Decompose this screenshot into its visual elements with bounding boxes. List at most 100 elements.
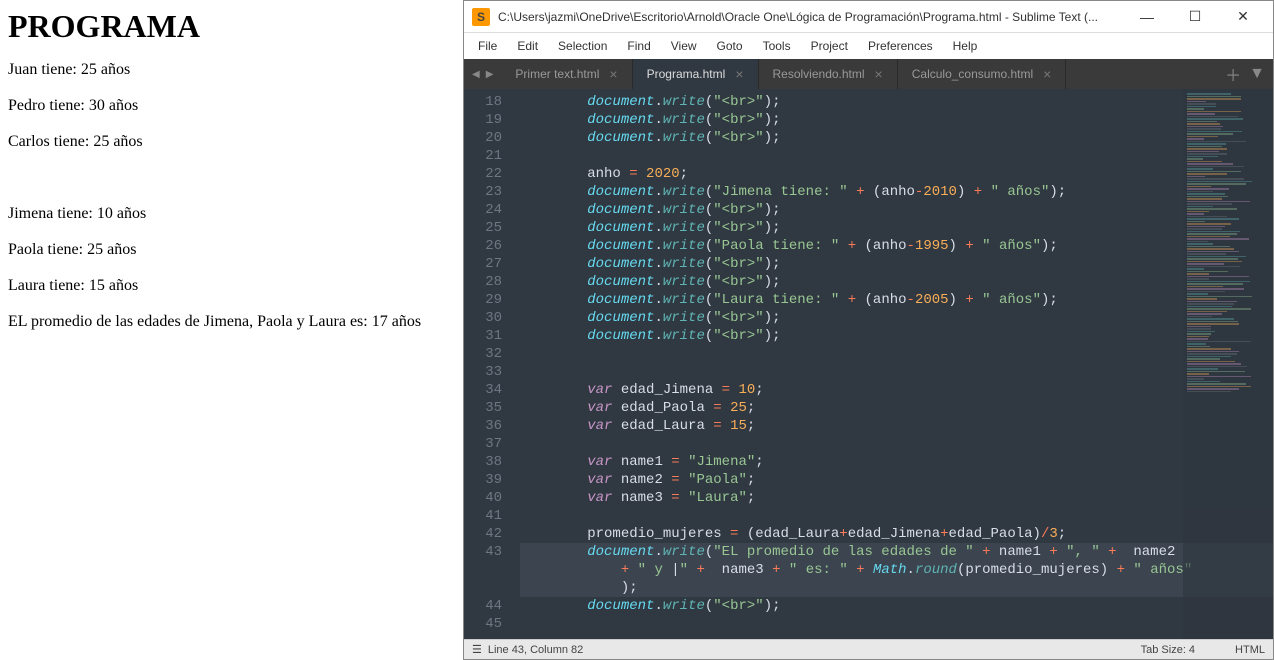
tab-label: Calculo_consumo.html [912,67,1033,81]
line-number: 18 [464,93,502,111]
page-title: PROGRAMA [8,8,455,45]
code-line[interactable]: document.write("<br>"); [520,93,1273,111]
new-tab-button[interactable]: ＋ [1225,62,1241,86]
tab-size-indicator[interactable]: Tab Size: 4 [1141,644,1195,656]
line-number: 31 [464,327,502,345]
tab-close-icon[interactable]: × [609,66,617,82]
line-number: 44 [464,597,502,615]
window-controls: — ☐ ✕ [1133,7,1265,27]
close-button[interactable]: ✕ [1229,7,1257,27]
code-line[interactable]: var edad_Laura = 15; [520,417,1273,435]
code-line[interactable]: anho = 2020; [520,165,1273,183]
output-line: Jimena tiene: 10 años [8,205,455,223]
maximize-button[interactable]: ☐ [1181,7,1209,27]
tab-primer-text-html[interactable]: Primer text.html × [501,59,632,89]
code-line[interactable] [520,435,1273,453]
code-line[interactable]: var edad_Jimena = 10; [520,381,1273,399]
editor-body[interactable]: 1819202122232425262728293031323334353637… [464,89,1273,639]
sidebar-toggle-icon[interactable]: ☰ [472,643,482,656]
code-line[interactable]: document.write("<br>"); [520,597,1273,615]
menu-edit[interactable]: Edit [509,35,546,57]
code-line[interactable]: document.write("<br>"); [520,111,1273,129]
line-number: 43 [464,543,502,561]
code-line[interactable]: document.write("EL promedio de las edade… [520,543,1273,561]
code-line[interactable]: document.write("Jimena tiene: " + (anho-… [520,183,1273,201]
code-line[interactable] [520,507,1273,525]
browser-output-panel: PROGRAMA Juan tiene: 25 añosPedro tiene:… [0,0,463,660]
menu-find[interactable]: Find [619,35,658,57]
code-line[interactable] [520,363,1273,381]
browser-output-body: Juan tiene: 25 añosPedro tiene: 30 añosC… [8,61,455,331]
line-number: 27 [464,255,502,273]
line-number: 32 [464,345,502,363]
tab-resolviendo-html[interactable]: Resolviendo.html× [759,59,898,89]
code-line[interactable]: document.write("<br>"); [520,129,1273,147]
syntax-indicator[interactable]: HTML [1235,644,1265,656]
line-number: 19 [464,111,502,129]
line-number: 25 [464,219,502,237]
menu-tools[interactable]: Tools [755,35,799,57]
menu-preferences[interactable]: Preferences [860,35,941,57]
tab-bar: ◀ ▶ Primer text.html×Programa.html×Resol… [464,59,1273,89]
status-bar: ☰ Line 43, Column 82 Tab Size: 4 HTML [464,639,1273,659]
tab-history-back-icon[interactable]: ◀ [470,69,482,80]
line-number: 45 [464,615,502,633]
app-icon: S [472,8,490,26]
code-line[interactable]: var name3 = "Laura"; [520,489,1273,507]
output-line: Pedro tiene: 30 años [8,97,455,115]
code-line[interactable]: ); [520,579,1273,597]
code-line[interactable] [520,147,1273,165]
tab-close-icon[interactable]: × [735,66,743,82]
tab-nav: ◀ ▶ [464,59,501,89]
line-number-gutter: 1819202122232425262728293031323334353637… [464,89,512,639]
line-number: 40 [464,489,502,507]
tab-close-icon[interactable]: × [1043,66,1051,82]
code-line[interactable]: promedio_mujeres = (edad_Laura+edad_Jime… [520,525,1273,543]
code-line[interactable] [520,615,1273,633]
minimize-button[interactable]: — [1133,7,1161,27]
line-number: 22 [464,165,502,183]
menu-selection[interactable]: Selection [550,35,615,57]
menu-view[interactable]: View [663,35,705,57]
line-number: 39 [464,471,502,489]
cursor-location: Line 43, Column 82 [488,644,583,656]
line-number: 38 [464,453,502,471]
menu-bar: FileEditSelectionFindViewGotoToolsProjec… [464,33,1273,59]
line-number: 24 [464,201,502,219]
output-line: Paola tiene: 25 años [8,241,455,259]
code-line[interactable]: var edad_Paola = 25; [520,399,1273,417]
tab-label: Primer text.html [515,67,599,81]
code-area[interactable]: document.write("<br>"); document.write("… [512,89,1273,639]
line-number: 26 [464,237,502,255]
menu-project[interactable]: Project [803,35,856,57]
line-number: 41 [464,507,502,525]
tab-close-icon[interactable]: × [875,66,883,82]
line-number: 20 [464,129,502,147]
code-line[interactable]: + " y |" + name3 + " es: " + Math.round(… [520,561,1273,579]
menu-file[interactable]: File [470,35,505,57]
menu-goto[interactable]: Goto [709,35,751,57]
code-line[interactable]: document.write("Paola tiene: " + (anho-1… [520,237,1273,255]
code-line[interactable] [520,345,1273,363]
code-line[interactable]: document.write("Laura tiene: " + (anho-2… [520,291,1273,309]
line-number [464,561,502,579]
code-line[interactable]: var name1 = "Jimena"; [520,453,1273,471]
code-line[interactable]: document.write("<br>"); [520,255,1273,273]
tab-calculo_consumo-html[interactable]: Calculo_consumo.html × [898,59,1067,89]
code-line[interactable]: document.write("<br>"); [520,273,1273,291]
code-line[interactable]: document.write("<br>"); [520,201,1273,219]
code-line[interactable]: document.write("<br>"); [520,309,1273,327]
tab-menu-button[interactable]: ▼ [1249,65,1265,83]
line-number: 23 [464,183,502,201]
code-line[interactable]: document.write("<br>"); [520,219,1273,237]
window-titlebar[interactable]: S C:\Users\jazmi\OneDrive\Escritorio\Arn… [464,1,1273,33]
menu-help[interactable]: Help [945,35,986,57]
window-title: C:\Users\jazmi\OneDrive\Escritorio\Arnol… [498,10,1133,24]
tab-controls: ＋ ▼ [1217,59,1273,89]
code-line[interactable]: var name2 = "Paola"; [520,471,1273,489]
tab-history-forward-icon[interactable]: ▶ [484,69,496,80]
line-number: 33 [464,363,502,381]
tab-programa-html[interactable]: Programa.html× [633,59,759,89]
minimap[interactable] [1183,89,1273,639]
code-line[interactable]: document.write("<br>"); [520,327,1273,345]
